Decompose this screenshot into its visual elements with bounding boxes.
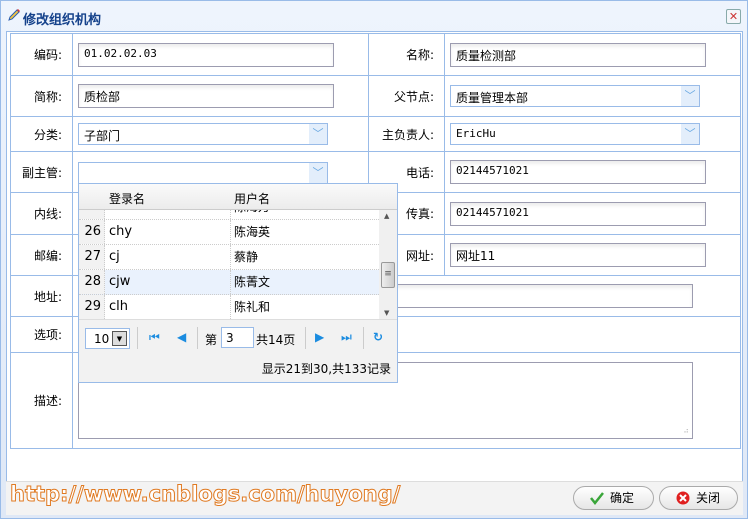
deputy-select[interactable]: ﹀	[78, 162, 328, 184]
table-row[interactable]: 26 chy 陈海英	[79, 220, 379, 245]
page-number-input[interactable]: 3	[221, 327, 254, 348]
login-cell: chh	[109, 210, 133, 219]
first-page-icon[interactable]: ⏮	[149, 330, 160, 345]
page-size-value: 10	[94, 332, 110, 346]
description-label: 描述:	[10, 352, 73, 449]
grid-body: 25 chh 陈海万 26 chy 陈海英 27 cj 蔡静 28 cjw 陈菁文 29 clh 陈…	[79, 210, 379, 319]
last-page-icon[interactable]: ⏭	[341, 330, 352, 345]
fax-input[interactable]: 02144571021	[450, 201, 706, 226]
name-input[interactable]: 质量检测部	[450, 42, 706, 67]
refresh-icon[interactable]: ↻	[373, 330, 383, 344]
login-cell: cjw	[109, 274, 131, 289]
next-page-icon[interactable]: ▶	[315, 330, 324, 344]
page-size-select[interactable]: 10 ▼	[85, 328, 130, 349]
phone-input[interactable]: 02144571021	[450, 160, 706, 184]
parent-select[interactable]: 质量管理本部 ﹀	[450, 85, 700, 107]
column-header-login[interactable]: 登录名	[109, 190, 145, 207]
ok-label: 确定	[610, 491, 635, 505]
check-icon	[590, 492, 604, 505]
login-cell: cj	[109, 249, 120, 264]
code-label: 编码:	[10, 33, 73, 76]
login-cell: chy	[109, 224, 133, 239]
table-row[interactable]: 25 chh 陈海万	[79, 210, 379, 220]
grid-pager: 10 ▼ ⏮ ◀ 第 3 共14页 ▶ ⏭ ↻	[79, 319, 397, 354]
user-cell: 蔡静	[234, 250, 259, 264]
parent-value: 质量管理本部	[456, 91, 529, 105]
address-label: 地址:	[10, 275, 73, 317]
resize-grip-icon[interactable]: ⠴	[683, 426, 689, 435]
row-number: 29	[79, 295, 105, 319]
postcode-label: 邮编:	[10, 234, 73, 276]
chevron-down-icon[interactable]: ﹀	[681, 124, 699, 144]
close-icon	[676, 491, 690, 505]
manager-value: EricHu	[456, 127, 496, 140]
category-value: 子部门	[84, 129, 121, 143]
user-cell: 陈海万	[234, 210, 270, 219]
chevron-down-icon[interactable]: ﹀	[681, 86, 699, 106]
title-bar: 修改组织机构 ✕	[1, 1, 747, 31]
short-name-input[interactable]: 质检部	[78, 84, 334, 108]
prev-page-icon[interactable]: ◀	[177, 330, 186, 344]
row-number: 26	[79, 220, 105, 244]
category-select[interactable]: 子部门 ﹀	[78, 123, 328, 145]
short-name-label: 简称:	[10, 75, 73, 117]
user-cell: 陈海英	[234, 225, 271, 239]
row-number: 25	[79, 210, 105, 219]
grid-header: 登录名 用户名	[79, 184, 397, 210]
table-row[interactable]: 27 cj 蔡静	[79, 245, 379, 270]
code-input[interactable]: 01.02.02.03	[78, 42, 334, 67]
caret-down-icon[interactable]: ▼	[112, 331, 127, 346]
pencil-icon	[8, 9, 20, 21]
user-cell: 陈礼和	[234, 300, 271, 314]
scroll-thumb[interactable]: ≡	[381, 262, 395, 288]
deputy-dropdown-grid: 登录名 用户名 25 chh 陈海万 26 chy 陈海英 27 cj 蔡静 28 cjw 陈菁…	[78, 183, 398, 383]
ok-button[interactable]: 确定	[573, 486, 654, 510]
row-number: 28	[79, 270, 105, 294]
parent-label: 父节点:	[368, 75, 445, 117]
grid-scrollbar[interactable]: ▲ ≡ ▼	[379, 210, 397, 319]
page-prefix: 第	[205, 333, 218, 347]
grid-info: 显示21到30,共133记录	[261, 362, 391, 376]
chevron-down-icon[interactable]: ﹀	[309, 124, 327, 144]
website-input[interactable]: 网址11	[450, 243, 706, 267]
user-cell: 陈菁文	[234, 275, 271, 289]
chevron-down-icon[interactable]: ﹀	[309, 163, 327, 183]
watermark: http://www.cnblogs.com/huyong/	[9, 482, 401, 507]
close-label: 关闭	[696, 491, 721, 505]
scroll-up-icon[interactable]: ▲	[384, 212, 389, 220]
close-icon[interactable]: ✕	[726, 9, 741, 24]
options-label: 选项:	[10, 316, 73, 353]
dialog-title: 修改组织机构	[23, 13, 102, 28]
deputy-label: 副主管:	[10, 151, 73, 193]
close-button[interactable]: 关闭	[659, 486, 738, 510]
manager-label: 主负责人:	[368, 116, 445, 152]
manager-select[interactable]: EricHu ﹀	[450, 123, 700, 145]
row-number: 27	[79, 245, 105, 269]
login-cell: clh	[109, 299, 128, 314]
table-row[interactable]: 29 clh 陈礼和	[79, 295, 379, 319]
page-total: 共14页	[256, 333, 296, 347]
table-row-hover[interactable]: 28 cjw 陈菁文	[79, 270, 379, 295]
category-label: 分类:	[10, 116, 73, 152]
scroll-down-icon[interactable]: ▼	[384, 309, 389, 317]
ext-label: 内线:	[10, 192, 73, 235]
column-header-user[interactable]: 用户名	[234, 190, 270, 207]
name-label: 名称:	[368, 33, 445, 76]
